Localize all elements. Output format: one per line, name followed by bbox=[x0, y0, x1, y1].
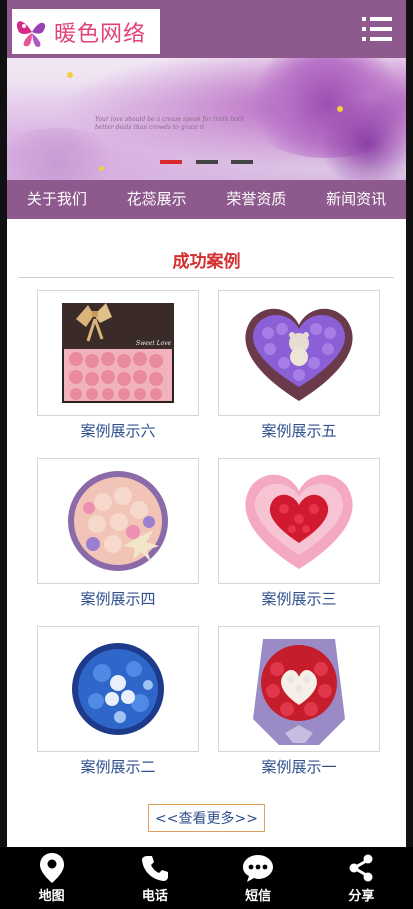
carousel-indicators bbox=[7, 149, 406, 168]
case-card[interactable]: Sweet Love 案例展示六 bbox=[37, 290, 199, 441]
blue-box-image bbox=[72, 643, 164, 735]
footer-share-label: 分享 bbox=[348, 889, 375, 904]
carousel-dot-3[interactable] bbox=[230, 160, 253, 164]
case-image-blue-round-box[interactable] bbox=[37, 626, 199, 752]
heart-box-image bbox=[245, 308, 353, 401]
bottom-toolbar: 地图 电话 短信 分享 bbox=[0, 847, 413, 909]
footer-phone-label: 电话 bbox=[141, 889, 168, 904]
case-image-round-mixed-box[interactable] bbox=[37, 458, 199, 584]
case-image-heart-bouquet[interactable] bbox=[218, 626, 380, 752]
brand-name: 暖色网络 bbox=[54, 21, 147, 47]
main-nav: 关于我们 花蕊展示 荣誉资质 新闻资讯 bbox=[7, 180, 406, 219]
case-card[interactable]: 案例展示二 bbox=[37, 626, 199, 777]
case-label[interactable]: 案例展示六 bbox=[37, 420, 199, 441]
case-label[interactable]: 案例展示五 bbox=[218, 420, 380, 441]
hamburger-menu-icon[interactable] bbox=[362, 17, 392, 41]
case-label[interactable]: 案例展示一 bbox=[218, 756, 380, 777]
case-card[interactable]: 案例展示五 bbox=[218, 290, 380, 441]
gift-box-image: Sweet Love bbox=[62, 303, 174, 403]
map-pin-icon bbox=[39, 853, 64, 883]
heart-rose-box-image bbox=[245, 474, 353, 569]
footer-share-button[interactable]: 分享 bbox=[310, 847, 413, 909]
more-wrap: <<查看更多>> bbox=[7, 804, 406, 832]
bouquet-image bbox=[253, 639, 345, 745]
carousel-dot-2[interactable] bbox=[195, 160, 218, 164]
footer-map-button[interactable]: 地图 bbox=[0, 847, 103, 909]
case-card[interactable]: 案例展示三 bbox=[218, 458, 380, 609]
nav-item-honors[interactable]: 荣誉资质 bbox=[207, 180, 307, 219]
section-title: 成功案例 bbox=[172, 252, 241, 272]
hero-banner[interactable]: Your love should be a cream speak for tr… bbox=[7, 58, 406, 180]
site-header: 暖色网络 bbox=[7, 0, 406, 58]
footer-sms-button[interactable]: 短信 bbox=[207, 847, 310, 909]
round-box-image bbox=[68, 471, 168, 571]
nav-item-news[interactable]: 新闻资讯 bbox=[306, 180, 406, 219]
case-image-pink-carnation-box[interactable]: Sweet Love bbox=[37, 290, 199, 416]
butterfly-logo-icon bbox=[16, 20, 46, 47]
footer-sms-label: 短信 bbox=[245, 889, 272, 904]
footer-map-label: 地图 bbox=[38, 889, 65, 904]
case-card[interactable]: 案例展示一 bbox=[218, 626, 380, 777]
share-icon bbox=[349, 854, 373, 882]
sms-icon bbox=[243, 855, 274, 882]
nav-item-flowers[interactable]: 花蕊展示 bbox=[107, 180, 207, 219]
logo[interactable]: 暖色网络 bbox=[12, 9, 160, 54]
case-card[interactable]: 案例展示四 bbox=[37, 458, 199, 609]
section-divider bbox=[19, 277, 394, 278]
phone-icon bbox=[141, 856, 168, 881]
page: 暖色网络 Your love should be a cream speak f… bbox=[0, 0, 413, 909]
footer-phone-button[interactable]: 电话 bbox=[103, 847, 206, 909]
nav-item-about[interactable]: 关于我们 bbox=[7, 180, 107, 219]
case-image-heart-red-pink-box[interactable] bbox=[218, 458, 380, 584]
gift-box-label: Sweet Love bbox=[136, 340, 172, 347]
case-label[interactable]: 案例展示四 bbox=[37, 588, 199, 609]
case-label[interactable]: 案例展示三 bbox=[218, 588, 380, 609]
case-image-purple-heart-box[interactable] bbox=[218, 290, 380, 416]
case-label[interactable]: 案例展示二 bbox=[37, 756, 199, 777]
banner-script-text: Your love should be a cream speak for tr… bbox=[95, 116, 245, 131]
view-more-button[interactable]: <<查看更多>> bbox=[148, 804, 265, 832]
carousel-dot-1[interactable] bbox=[160, 160, 183, 164]
